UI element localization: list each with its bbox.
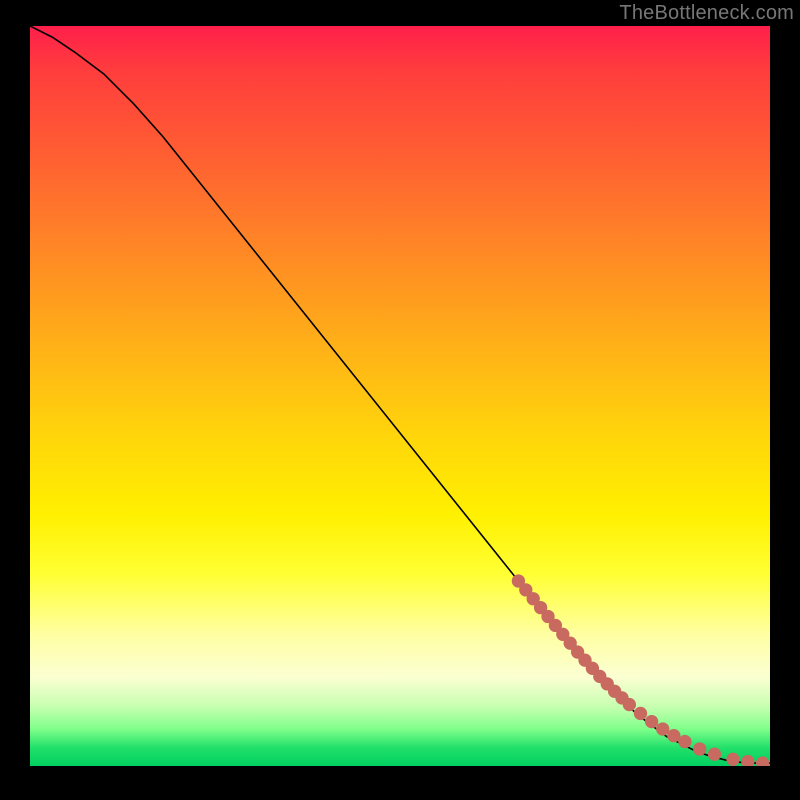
sample-marker (708, 748, 721, 761)
sample-marker (656, 722, 669, 735)
sample-marker (741, 755, 754, 766)
sample-marker (726, 753, 739, 766)
sample-markers (512, 574, 770, 766)
sample-marker (693, 742, 706, 755)
sample-marker (678, 735, 691, 748)
watermark-text: TheBottleneck.com (619, 2, 794, 25)
sample-marker (634, 707, 647, 720)
sample-marker (623, 698, 636, 711)
chart-overlay (30, 26, 770, 766)
sample-marker (756, 756, 769, 766)
sample-marker (645, 715, 658, 728)
bottleneck-curve (30, 26, 770, 763)
chart-frame: TheBottleneck.com (0, 0, 800, 800)
